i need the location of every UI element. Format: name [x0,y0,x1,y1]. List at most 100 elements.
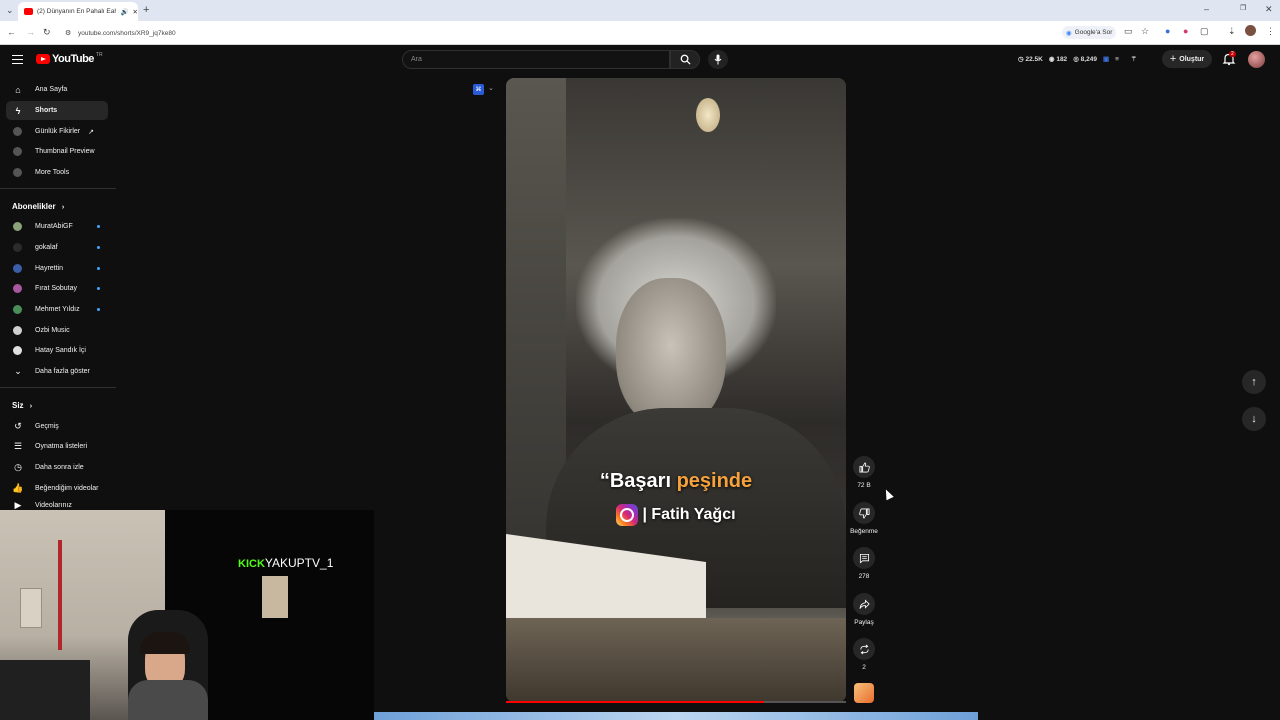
youtube-play-icon [36,54,50,64]
video-icon: ▶ [14,500,22,510]
tab-close-icon[interactable]: ✕ [133,8,138,16]
create-label: Oluştur [1179,55,1205,63]
new-tab-icon[interactable]: + [143,4,149,16]
search-button[interactable] [670,50,700,69]
history-icon: ↺ [14,421,22,431]
sidebar-item-your-videos[interactable]: ▶ Videolarınız [6,500,108,510]
extensions-puzzle-icon[interactable]: ▢ [1200,26,1209,37]
search-input[interactable]: Ara [402,50,670,69]
reload-icon[interactable]: ↻ [43,27,51,38]
you-title: Siz [12,401,24,410]
dislike-circle[interactable] [853,502,875,524]
wall-poster [20,588,42,628]
menu-dots-icon[interactable]: ⋮ [1266,26,1275,37]
playlist-icon: ☰ [13,441,23,451]
browser-tab[interactable]: (2) Dünyanın En Pahalı Eahu... 🔊 ✕ [18,2,138,21]
site-info-icon[interactable]: ⚙ [65,29,71,37]
tab-list-icon[interactable]: ⌄ [6,5,14,16]
video-desk [506,618,846,702]
new-content-dot [97,225,100,228]
plus-icon: + [1169,53,1177,65]
subscriptions-heading[interactable]: Abonelikler › [12,202,64,211]
person-body [128,680,208,720]
wall-picture [262,576,288,618]
audio-source-thumbnail[interactable] [854,683,874,703]
menu-hamburger-icon[interactable] [12,55,23,64]
comment-icon [859,553,869,563]
sidebar-item-label: Ozbi Music [35,327,70,334]
magic-icon[interactable]: ⚚ [1131,55,1137,63]
you-heading[interactable]: Siz › [12,401,32,410]
youtube-logo[interactable]: YouTube TR [36,52,103,65]
channel-avatar [13,326,22,335]
shorts-video-player[interactable] [506,78,846,702]
extension-control-icon[interactable]: ⌘ [473,84,484,95]
sidebar-subscription-item[interactable]: MuratAbiGF [6,217,108,236]
sidebar-item-playlists[interactable]: ☰ Oynatma listeleri [6,437,108,456]
extension-small-icon[interactable]: ▣ [1103,55,1109,63]
sidebar-subscription-item[interactable]: Mehmet Yıldız [6,300,108,319]
minimize-icon[interactable]: – [1204,4,1209,14]
account-avatar[interactable] [1248,51,1265,68]
google-sor-button[interactable]: ◉ Google'a Sor [1062,26,1117,39]
sidebar-item-history[interactable]: ↺ Geçmiş [6,417,108,436]
sidebar-item-liked-videos[interactable]: 👍 Beğendiğim videolar [6,479,108,498]
cast-icon[interactable]: ▭ [1124,26,1133,37]
sidebar-item-label: MuratAbiGF [35,223,73,230]
sidebar-item-label: Videolarınız [35,501,72,509]
next-video-preview-strip [374,712,978,720]
sidebar-subscription-item[interactable]: Ozbi Music [6,321,108,340]
like-button[interactable]: 72 B [853,456,875,489]
sidebar-item-gunluk-fikirler[interactable]: Günlük Fikirler ↗ [6,122,108,141]
microphone-icon [714,54,722,65]
video-progress-bar[interactable] [506,701,846,703]
share-circle[interactable] [853,593,875,615]
google-sor-label: Google'a Sor [1074,29,1113,36]
profile-icon[interactable] [1245,25,1256,36]
caption-author: | Fatih Yağcı [642,506,736,523]
sidebar-subscription-item[interactable]: Hatay Sandık İçi [6,341,108,360]
stat-value: 8,249 [1080,56,1097,63]
window-close-icon[interactable]: ✕ [1265,4,1273,15]
sidebar-item-label: Geçmiş [35,423,59,430]
sidebar-subscription-item[interactable]: Hayrettin [6,259,108,278]
downloads-icon[interactable]: ⇣ [1228,26,1236,37]
forward-icon[interactable]: → [26,27,35,37]
sidebar-item-watch-later[interactable]: ◷ Daha sonra izle [6,458,108,477]
stat-views: ◷ 22.5K [1018,55,1043,63]
extension-dot-icon [13,127,22,136]
sidebar-subscription-item[interactable]: gokalaf [6,238,108,257]
sidebar-item-label: Oynatma listeleri [35,443,88,450]
person-hair [140,632,190,654]
like-circle[interactable] [853,456,875,478]
new-content-dot [97,246,100,249]
create-button[interactable]: + Oluştur [1162,50,1212,68]
chevron-down-icon[interactable]: ⌄ [488,84,494,92]
sidebar-item-shorts[interactable]: ϟ Shorts [6,101,108,120]
chevron-down-icon: ⌄ [14,366,22,376]
sidebar-item-more-tools[interactable]: More Tools [6,163,108,182]
comments-button[interactable]: 278 [853,547,875,580]
remix-button[interactable]: 2 [853,638,875,671]
restore-icon[interactable]: ❐ [1240,4,1246,12]
sidebar-item-label: Thumbnail Preview [35,148,95,155]
comments-circle[interactable] [853,547,875,569]
dislike-button[interactable]: Beğenme [850,502,878,535]
sidebar-show-more[interactable]: ⌄ Daha fazla göster [6,362,108,381]
previous-short-button[interactable]: ↑ [1242,370,1266,394]
sidebar-item-thumbnail-preview[interactable]: Thumbnail Preview [6,142,108,161]
back-icon[interactable]: ← [7,27,16,37]
video-caption-line2: | Fatih Yağcı [506,504,846,526]
extension-shield-icon[interactable]: ● [1183,26,1188,36]
youtube-favicon-icon [24,8,33,15]
remix-circle[interactable] [853,638,875,660]
list-icon[interactable]: ≡ [1115,56,1119,63]
sidebar-item-home[interactable]: ⌂ Ana Sayfa [6,80,108,99]
extension-icon[interactable]: ● [1165,26,1170,36]
bookmark-star-icon[interactable]: ☆ [1141,26,1149,37]
voice-search-button[interactable] [708,50,728,69]
next-short-button[interactable]: ↓ [1242,407,1266,431]
share-button[interactable]: Paylaş [853,593,875,626]
speaker-icon[interactable]: 🔊 [120,8,128,16]
sidebar-subscription-item[interactable]: Fırat Sobutay [6,279,108,298]
